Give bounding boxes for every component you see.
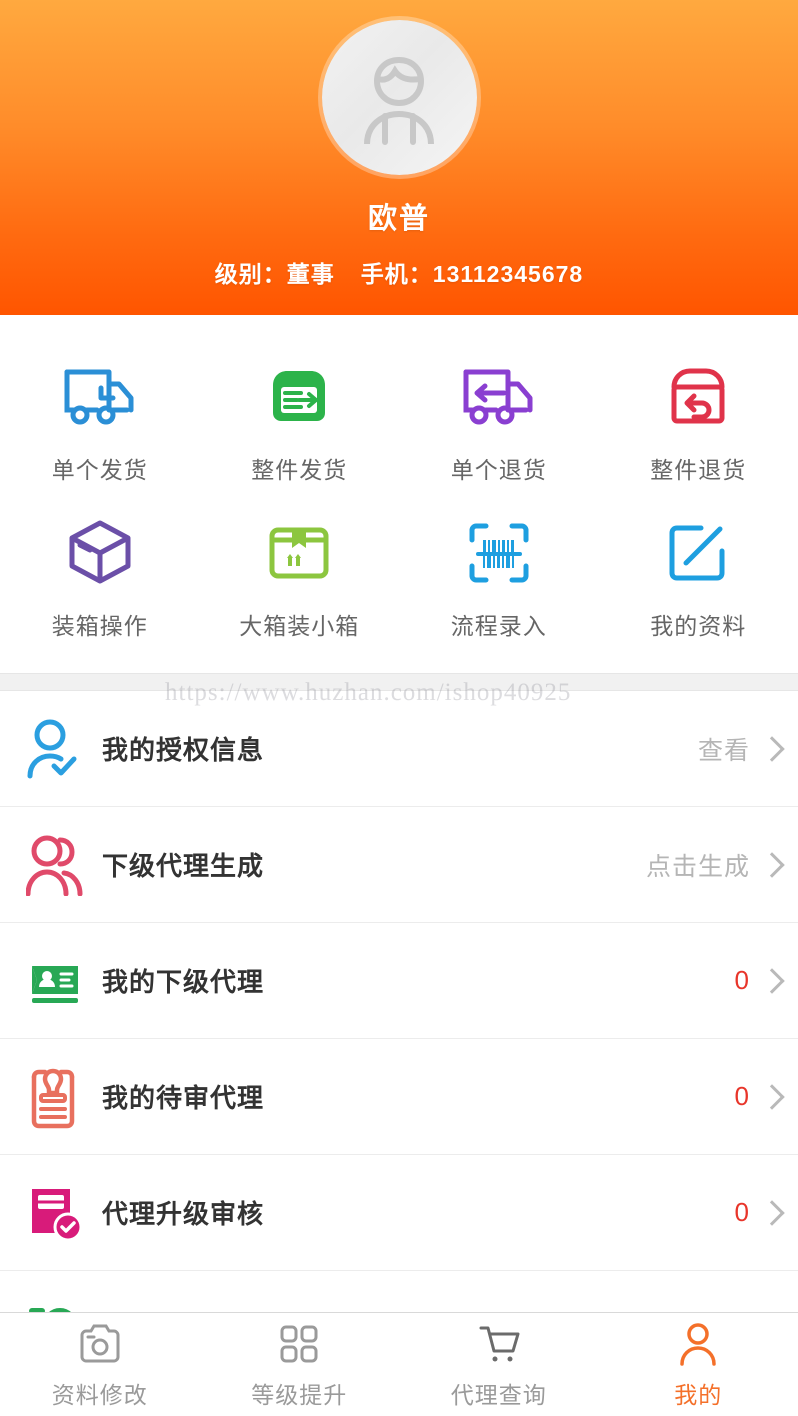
list-item-title: 我的授权信息	[102, 735, 265, 765]
green-partial-icon	[26, 1281, 98, 1315]
chevron-right-icon	[762, 1200, 776, 1226]
list-item-authorization[interactable]: 我的授权信息 查看	[0, 691, 798, 807]
list-item-action[interactable]: 查看	[698, 731, 776, 767]
cart-icon	[477, 1320, 521, 1368]
list-item-my-subagents[interactable]: 我的下级代理 0	[0, 923, 798, 1039]
truck-clock-icon	[61, 355, 139, 439]
bottom-tab-bar: 资料修改 等级提升 代理查询 我的	[0, 1312, 798, 1416]
list-item-value: 0	[734, 1081, 750, 1111]
list-item-create-subagent[interactable]: 下级代理生成 点击生成	[0, 807, 798, 923]
grid-item-label: 整件发货	[251, 457, 348, 483]
list-item-value: 0	[734, 1197, 750, 1227]
tab-label: 等级提升	[251, 1381, 348, 1408]
grid-item-single-return[interactable]: 单个退货	[399, 341, 599, 497]
tab-profile-edit[interactable]: 资料修改	[0, 1320, 200, 1410]
menu-list: https://www.huzhan.com/ishop40925 我的授权信息…	[0, 679, 798, 1315]
doc-check-icon	[26, 1183, 98, 1243]
grid-item-bulk-ship[interactable]: 整件发货	[200, 341, 400, 497]
list-item-title: 代理升级审核	[102, 1199, 265, 1229]
list-item-pending-agents[interactable]: 我的待审代理 0	[0, 1039, 798, 1155]
tab-agent-query[interactable]: 代理查询	[399, 1320, 599, 1410]
list-item-action[interactable]: 0	[735, 1197, 776, 1228]
grid-item-label: 整件退货	[650, 457, 747, 483]
list-item-value: 0	[734, 965, 750, 995]
chevron-right-icon	[762, 968, 776, 994]
box-arrow-right-icon	[263, 355, 335, 439]
sealed-carton-icon	[264, 511, 334, 595]
section-divider	[0, 673, 798, 691]
list-item-action[interactable]: 0	[735, 965, 776, 996]
grid-item-box-in-box[interactable]: 大箱装小箱	[200, 497, 400, 653]
grid-item-packing[interactable]: 装箱操作	[0, 497, 200, 653]
user-name: 欧普	[367, 203, 430, 235]
grid-item-my-profile[interactable]: 我的资料	[599, 497, 798, 653]
user-phone: 手机：13112345678	[360, 261, 584, 287]
grid-item-label: 我的资料	[650, 613, 747, 639]
chevron-right-icon	[762, 852, 776, 878]
users-add-icon	[26, 834, 98, 896]
list-item-value: 点击生成	[645, 852, 750, 881]
person-icon	[677, 1320, 719, 1368]
grid-item-label: 单个发货	[51, 457, 148, 483]
grid-item-single-ship[interactable]: 单个发货	[0, 341, 200, 497]
cube-3d-icon	[64, 511, 136, 595]
profile-header: 欧普 级别：董事 手机：13112345678	[0, 0, 798, 315]
tab-label: 代理查询	[450, 1381, 547, 1408]
list-item-partial[interactable]	[0, 1271, 798, 1315]
list-item-action[interactable]: 0	[735, 1081, 776, 1112]
user-level: 级别：董事	[214, 261, 335, 287]
box-return-icon	[662, 355, 734, 439]
grid-row-2: 装箱操作 大箱装小箱 流程录入 我的资料	[0, 497, 798, 653]
id-card-icon	[26, 952, 98, 1010]
grid-row-1: 单个发货 整件发货 单个退货 整件退货	[0, 341, 798, 497]
grid-item-label: 单个退货	[450, 457, 547, 483]
grid-item-label: 装箱操作	[51, 613, 148, 639]
user-meta: 级别：董事 手机：13112345678	[215, 255, 583, 289]
user-avatar-icon	[364, 56, 434, 145]
stamp-clipboard-icon	[26, 1065, 98, 1129]
grid-icon	[278, 1320, 320, 1368]
list-item-value: 查看	[697, 736, 750, 765]
tab-label: 我的	[674, 1381, 723, 1408]
barcode-scan-icon	[464, 511, 534, 595]
tab-level-upgrade[interactable]: 等级提升	[200, 1320, 400, 1410]
tab-label: 资料修改	[51, 1381, 148, 1408]
grid-item-bulk-return[interactable]: 整件退货	[599, 341, 798, 497]
grid-item-process-entry[interactable]: 流程录入	[399, 497, 599, 653]
camera-icon	[78, 1320, 122, 1368]
avatar[interactable]	[321, 20, 477, 175]
chevron-right-icon	[762, 736, 776, 762]
list-item-title: 我的待审代理	[102, 1083, 265, 1113]
edit-square-icon	[664, 511, 732, 595]
tab-mine[interactable]: 我的	[599, 1320, 798, 1410]
list-item-upgrade-review[interactable]: 代理升级审核 0	[0, 1155, 798, 1271]
app-screen: 欧普 级别：董事 手机：13112345678 单个发货 整件发货 单个退货 整…	[0, 0, 798, 1416]
truck-arrow-left-icon	[460, 355, 538, 439]
user-check-icon	[26, 718, 98, 780]
chevron-right-icon	[762, 1084, 776, 1110]
list-item-action[interactable]: 点击生成	[646, 847, 776, 883]
list-item-title: 我的下级代理	[102, 967, 265, 997]
list-item-title: 下级代理生成	[102, 851, 265, 881]
quick-action-grid: 单个发货 整件发货 单个退货 整件退货 装箱操作 大箱装小箱 流程录入 我的资料	[0, 315, 798, 673]
grid-item-label: 大箱装小箱	[239, 613, 360, 639]
grid-item-label: 流程录入	[450, 613, 547, 639]
